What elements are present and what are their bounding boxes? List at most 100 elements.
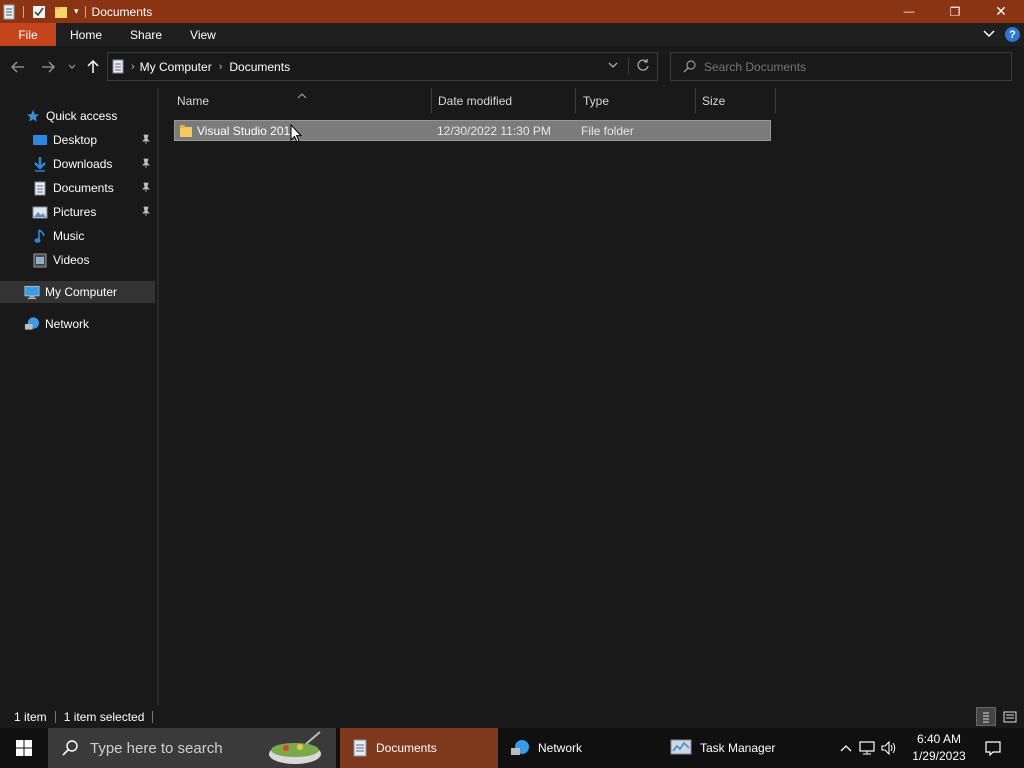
minimize-icon: — <box>903 5 915 18</box>
table-row[interactable]: Visual Studio 201 12/30/2022 11:30 PM Fi… <box>174 120 771 141</box>
column-header-name[interactable]: Name <box>177 88 427 114</box>
taskbar-item-network[interactable]: Network <box>498 728 658 768</box>
selection-count: 1 item selected <box>63 709 145 724</box>
taskbar: Type here to search Documents Network Ta… <box>0 728 1024 768</box>
taskbar-item-task-manager[interactable]: Task Manager <box>658 728 818 768</box>
column-header-size[interactable]: Size <box>702 88 772 114</box>
volume-icon[interactable] <box>878 741 900 755</box>
action-center-button[interactable] <box>978 728 1008 768</box>
videos-icon <box>32 252 48 268</box>
taskbar-item-documents[interactable]: Documents <box>340 728 498 768</box>
pictures-icon <box>32 204 48 220</box>
column-divider[interactable] <box>575 88 576 114</box>
address-history-dropdown[interactable] <box>608 62 618 69</box>
documents-icon <box>32 180 48 196</box>
title-divider <box>23 5 24 18</box>
ribbon-tabs: File Home Share View ? <box>0 23 1024 46</box>
clock-time: 6:40 AM <box>916 732 962 746</box>
nav-item-videos[interactable]: Videos <box>32 249 89 271</box>
pin-icon[interactable] <box>141 134 151 148</box>
taskbar-search-placeholder: Type here to search <box>90 739 223 757</box>
up-button[interactable] <box>83 58 103 76</box>
chevron-down-icon <box>608 62 618 68</box>
breadcrumb-separator[interactable]: › <box>219 61 223 73</box>
breadcrumb-separator[interactable]: › <box>131 61 135 73</box>
music-note-icon <box>32 228 48 244</box>
back-button[interactable] <box>8 58 28 76</box>
nav-item-label: Videos <box>53 253 90 267</box>
title-divider <box>84 5 86 18</box>
nav-item-label: My Computer <box>45 285 118 299</box>
file-date-modified: 12/30/2022 11:30 PM <box>437 123 551 138</box>
nav-item-label: Pictures <box>53 205 97 219</box>
notepad-icon[interactable] <box>3 4 15 20</box>
nav-item-downloads[interactable]: Downloads <box>32 153 112 175</box>
chevron-down-icon <box>68 64 76 69</box>
network-status-icon[interactable] <box>856 741 878 755</box>
download-arrow-icon <box>32 156 48 172</box>
properties-icon[interactable] <box>32 5 46 19</box>
navigation-pane: Quick access Desktop Downloads Documents… <box>0 88 157 705</box>
large-icons-view-icon <box>1003 711 1017 722</box>
notification-icon <box>985 740 1001 756</box>
close-icon: ✕ <box>995 3 1007 19</box>
column-header-date[interactable]: Date modified <box>438 88 573 114</box>
task-manager-icon <box>670 739 692 757</box>
back-arrow-icon <box>11 61 24 73</box>
file-name[interactable]: Visual Studio 201 <box>197 121 290 140</box>
pin-icon[interactable] <box>141 158 151 172</box>
large-icons-view-button[interactable] <box>1000 707 1020 726</box>
recent-locations-button[interactable] <box>62 58 82 76</box>
details-view-button[interactable] <box>976 707 996 726</box>
restore-icon: ❐ <box>949 4 961 19</box>
nav-item-label: Downloads <box>53 157 113 171</box>
breadcrumb-documents[interactable]: Documents <box>229 60 290 74</box>
system-tray <box>836 728 900 768</box>
mouse-cursor-icon <box>290 123 303 146</box>
search-input[interactable] <box>704 59 984 74</box>
close-button[interactable]: ✕ <box>978 0 1024 23</box>
documents-icon <box>352 739 368 757</box>
nav-item-label: Network <box>45 317 90 331</box>
nav-item-pictures[interactable]: Pictures <box>32 201 96 223</box>
up-arrow-icon <box>87 60 99 73</box>
column-header-type[interactable]: Type <box>583 88 693 114</box>
taskbar-item-label: Documents <box>376 741 437 755</box>
restore-button[interactable]: ❐ <box>932 0 978 23</box>
nav-quick-access[interactable]: Quick access <box>25 105 117 127</box>
show-hidden-icons-button[interactable] <box>836 744 856 752</box>
tab-share[interactable]: Share <box>116 23 176 46</box>
nav-item-documents[interactable]: Documents <box>32 177 114 199</box>
star-icon <box>25 108 41 124</box>
forward-button[interactable] <box>38 58 58 76</box>
nav-item-music[interactable]: Music <box>32 225 84 247</box>
tab-file[interactable]: File <box>0 23 56 46</box>
nav-quick-access-label: Quick access <box>46 109 118 123</box>
expand-ribbon-icon[interactable] <box>983 29 995 41</box>
nav-item-my-computer[interactable]: My Computer <box>24 281 117 303</box>
tab-home[interactable]: Home <box>56 23 116 46</box>
details-view-icon <box>983 712 989 722</box>
pin-icon[interactable] <box>141 182 151 196</box>
nav-item-desktop[interactable]: Desktop <box>32 129 97 151</box>
refresh-button[interactable] <box>636 58 650 72</box>
pin-icon[interactable] <box>141 206 151 220</box>
column-divider[interactable] <box>431 88 432 114</box>
tab-view[interactable]: View <box>176 23 230 46</box>
network-icon <box>510 739 530 757</box>
column-divider[interactable] <box>775 88 776 114</box>
new-folder-icon[interactable] <box>54 5 68 19</box>
folder-icon <box>179 121 193 140</box>
taskbar-clock[interactable]: 6:40 AM 1/29/2023 <box>908 731 970 765</box>
breadcrumb-my-computer[interactable]: My Computer <box>140 60 212 74</box>
search-box[interactable] <box>670 52 1012 81</box>
address-bar[interactable]: › My Computer › Documents <box>107 52 658 81</box>
taskbar-search-box[interactable]: Type here to search <box>48 728 336 768</box>
nav-item-network[interactable]: Network <box>24 313 89 335</box>
taskbar-item-label: Network <box>538 741 583 755</box>
minimize-button[interactable]: — <box>886 0 932 23</box>
start-button[interactable] <box>0 728 48 768</box>
customize-quick-access-icon[interactable]: ▾ <box>74 6 79 17</box>
column-divider[interactable] <box>695 88 696 114</box>
help-icon[interactable]: ? <box>1005 27 1020 42</box>
